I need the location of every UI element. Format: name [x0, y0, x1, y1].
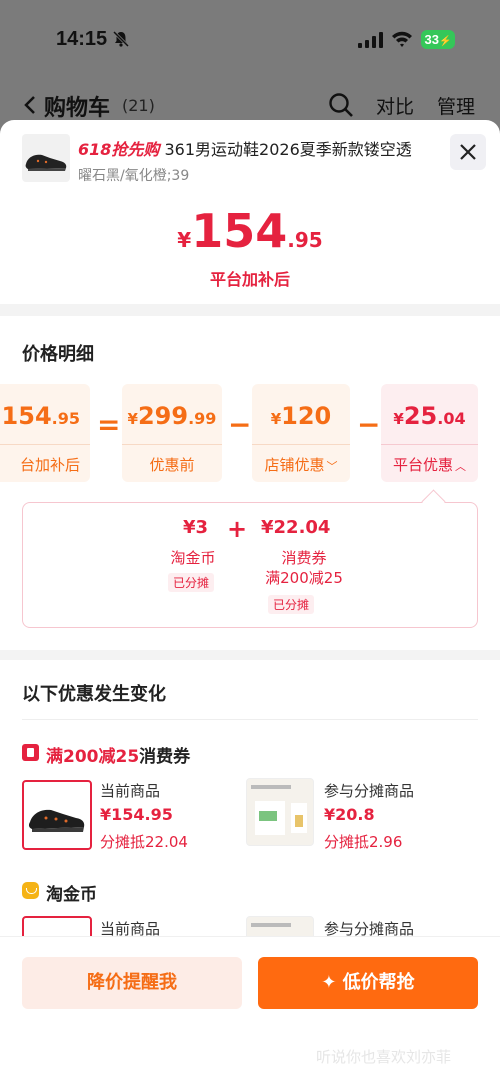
final-price: ¥154.95 [177, 204, 323, 258]
formula-platform-discount-box[interactable]: ¥25.04 平台优惠 ︿ [381, 384, 478, 482]
watermark: 听说你也喜欢刘亦菲 [316, 1048, 452, 1066]
coin-label: 淘金币 [170, 549, 216, 567]
price-detail-sheet: 618抢先购 361男运动鞋2026夏季新款镂空透 曜石黑/氧化橙;39 ¥15… [0, 120, 500, 1087]
price-note: 平台加补后 [209, 270, 290, 289]
search-icon[interactable] [328, 92, 354, 118]
document-image-icon [251, 785, 307, 835]
coin-value: ¥3 [183, 517, 209, 538]
back-chevron-icon[interactable] [22, 94, 38, 116]
price-detail-title: 价格明细 [22, 344, 94, 365]
shared-item-label: 参与分摊商品 [324, 782, 415, 800]
minus-sign: − [228, 408, 252, 441]
coin-icon [22, 882, 39, 899]
platform-discount-breakdown: ¥3 淘金币 已分摊 + ¥22.04 消费券 满200减25 已分摊 [22, 489, 478, 628]
product-thumbnail [22, 134, 70, 182]
current-item-image[interactable] [22, 780, 92, 850]
status-bar: 14:15 33⚡ [0, 0, 500, 80]
current-item-label: 当前商品 [100, 782, 161, 800]
formula-final-box: 154.95 台加补后 [0, 384, 90, 482]
manage-link[interactable]: 管理 [437, 92, 475, 119]
chevron-up-icon: ︿ [455, 460, 466, 473]
divider [0, 304, 500, 316]
cart-count: (21) [122, 96, 155, 115]
coupon-value: ¥22.04 [261, 517, 331, 538]
changes-title: 以下优惠发生变化 [22, 684, 166, 705]
product-title-line: 618抢先购 361男运动鞋2026夏季新款镂空透 [78, 136, 412, 160]
shoe-image-icon [28, 809, 85, 832]
status-time: 14:15 [56, 28, 108, 50]
shoe-image-icon [25, 154, 67, 171]
coupon-label: 消费券 [281, 549, 327, 567]
price-formula: 154.95 台加补后 = ¥299.99 优惠前 − ¥120 店铺优惠 ﹀ −… [0, 384, 500, 484]
coupon-rule: 满200减25 [265, 569, 343, 587]
formula-original-box: ¥299.99 优惠前 [122, 384, 222, 482]
formula-store-discount-box[interactable]: ¥120 店铺优惠 ﹀ [252, 384, 350, 482]
current-item-price: ¥154.95 [100, 805, 173, 824]
shared-item-price: ¥20.8 [324, 805, 375, 824]
minus-sign-2: − [357, 408, 381, 441]
product-title: 361男运动鞋2026夏季新款镂空透 [164, 140, 412, 159]
chevron-down-icon: ﹀ [326, 460, 338, 473]
shared-item-share: 分摊抵2.96 [324, 833, 403, 851]
coupon-shared-chip: 已分摊 [268, 595, 315, 614]
compare-link[interactable]: 对比 [376, 92, 414, 119]
wifi-icon [392, 31, 412, 47]
coin-shared-chip: 已分摊 [168, 573, 215, 592]
low-price-grab-button[interactable]: ✦ 低价帮抢 [258, 957, 478, 1009]
close-button[interactable] [450, 134, 486, 170]
coupon-icon [22, 744, 39, 761]
price-drop-remind-button[interactable]: 降价提醒我 [22, 957, 242, 1009]
equals-sign: = [97, 408, 121, 441]
signal-icon [358, 32, 383, 48]
current-item-share: 分摊抵22.04 [100, 833, 188, 851]
promo-tag: 618抢先购 [78, 140, 160, 159]
cart-title: 购物车 [44, 96, 111, 121]
battery-indicator: 33⚡ [421, 30, 455, 49]
product-variant: 曜石黑/氧化橙;39 [78, 168, 190, 184]
divider [0, 650, 500, 660]
close-icon [460, 144, 476, 160]
shared-item-image[interactable] [246, 778, 314, 846]
silent-bell-icon [112, 30, 130, 48]
plus-sign: + [227, 515, 248, 543]
